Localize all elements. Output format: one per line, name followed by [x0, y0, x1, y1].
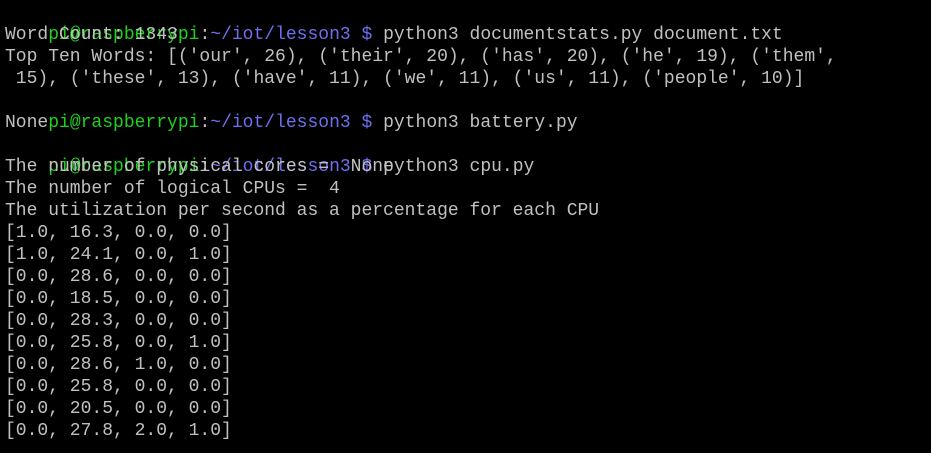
prompt-dollar: $ [350, 113, 384, 133]
prompt-line: pi@raspberrypi:~/iot/lesson3 $ python3 c… [5, 134, 931, 177]
cpu-utilization-row: [0.0, 25.8, 0.0, 1.0] [5, 333, 232, 353]
cpu-utilization-row: [0.0, 28.6, 0.0, 0.0] [5, 267, 232, 287]
cpu-utilization-row: [0.0, 28.3, 0.0, 0.0] [5, 311, 232, 331]
cpu-utilization-row: [0.0, 28.6, 1.0, 0.0] [5, 355, 232, 375]
output-line: The number of logical CPUs = 4 [5, 179, 340, 199]
cpu-utilization-row: [1.0, 24.1, 0.0, 1.0] [5, 245, 232, 265]
output-line: 15), ('these', 13), ('have', 11), ('we',… [5, 69, 805, 89]
prompt-user-host: pi@raspberrypi [48, 113, 200, 133]
prompt-colon: : [199, 113, 211, 133]
cpu-utilization-row: [0.0, 20.5, 0.0, 0.0] [5, 399, 232, 419]
cpu-utilization-row: [1.0, 16.3, 0.0, 0.0] [5, 223, 232, 243]
cpu-utilization-row: [0.0, 27.8, 2.0, 1.0] [5, 421, 232, 441]
prompt-path: ~/iot/lesson3 [210, 113, 351, 133]
output-line: Top Ten Words: [('our', 26), ('their', 2… [5, 47, 837, 67]
prompt-path: ~/iot/lesson3 [210, 25, 351, 45]
command-text[interactable]: python3 cpu.py [383, 157, 534, 177]
terminal-window[interactable]: pi@raspberrypi:~/iot/lesson3 $ python3 d… [0, 0, 931, 453]
cpu-utilization-row: [0.0, 18.5, 0.0, 0.0] [5, 289, 232, 309]
prompt-colon: : [199, 25, 211, 45]
command-text[interactable]: python3 documentstats.py document.txt [383, 25, 783, 45]
output-line: The utilization per second as a percenta… [5, 201, 600, 221]
cpu-utilization-row: [0.0, 25.8, 0.0, 0.0] [5, 377, 232, 397]
command-text[interactable]: python3 battery.py [383, 113, 577, 133]
prompt-dollar: $ [350, 25, 384, 45]
prompt-line: pi@raspberrypi:~/iot/lesson3 $ python3 b… [5, 90, 931, 133]
prompt-line: pi@raspberrypi:~/iot/lesson3 $ python3 d… [5, 2, 931, 45]
